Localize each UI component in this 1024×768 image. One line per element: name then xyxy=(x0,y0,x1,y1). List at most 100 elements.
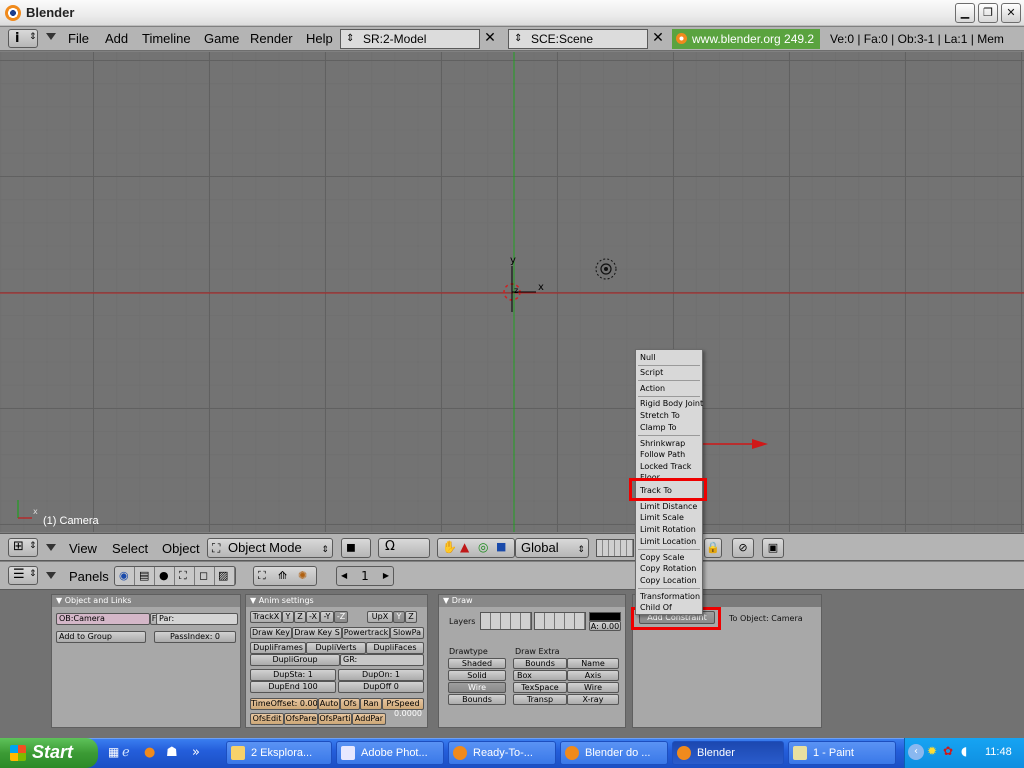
extra-bounds[interactable]: Bounds xyxy=(513,658,567,669)
group-field[interactable]: GR: xyxy=(340,654,424,666)
track-z-button[interactable]: Z xyxy=(294,611,306,623)
link-icon[interactable]: ⊘ xyxy=(732,538,754,558)
tray-expand-icon[interactable]: ‹ xyxy=(908,744,924,760)
menu-game[interactable]: Game xyxy=(204,31,239,46)
task-blender[interactable]: Blender xyxy=(672,741,784,765)
dup-start-field[interactable]: DupSta: 1 xyxy=(250,669,336,681)
dupliframes-button[interactable]: DupliFrames xyxy=(250,642,306,654)
alpha-field[interactable]: A: 0.00 xyxy=(589,621,621,631)
object-name-field[interactable]: OB:Camera xyxy=(56,613,150,625)
dupliverts-button[interactable]: DupliVerts xyxy=(306,642,366,654)
menu-object[interactable]: Object xyxy=(162,541,200,556)
addpar-button[interactable]: AddPar xyxy=(352,713,386,725)
menu-item-null[interactable]: Null xyxy=(640,353,656,362)
menu-item-limit-rotation[interactable]: Limit Rotation xyxy=(640,525,696,534)
drawtype-solid[interactable]: Solid xyxy=(448,670,506,681)
sub-context-buttons[interactable]: ⛶ ⟰ ✺ xyxy=(253,566,317,586)
track-negz-button[interactable]: -Z xyxy=(334,611,348,623)
sun-icon[interactable]: ✹ xyxy=(927,744,937,758)
color-swatch[interactable] xyxy=(589,612,621,621)
track-negx-button[interactable]: -X xyxy=(306,611,320,623)
menu-add[interactable]: Add xyxy=(105,31,128,46)
menu-select[interactable]: Select xyxy=(112,541,148,556)
dup-end-field[interactable]: DupEnd 100 xyxy=(250,681,336,693)
task-photoshop[interactable]: Adobe Phot... xyxy=(336,741,444,765)
menu-item-copy-location[interactable]: Copy Location xyxy=(640,576,697,585)
menu-help[interactable]: Help xyxy=(306,31,333,46)
add-to-group-button[interactable]: Add to Group xyxy=(56,631,146,643)
up-x-button[interactable]: UpX xyxy=(367,611,393,623)
context-buttons[interactable]: ◉ ▤ ● ⛶ ◻ ▨ xyxy=(114,566,236,586)
up-y-button[interactable]: Y xyxy=(393,611,405,623)
menu-item-limit-distance[interactable]: Limit Distance xyxy=(640,502,697,511)
extra-xray[interactable]: X-ray xyxy=(567,694,619,705)
extra-axis[interactable]: Axis xyxy=(567,670,619,681)
task-explorer[interactable]: 2 Eksplora... xyxy=(226,741,332,765)
drawtype-bounds[interactable]: Bounds xyxy=(448,694,506,705)
ofs-button[interactable]: Ofs xyxy=(340,698,360,710)
blender-url-button[interactable]: www.blender.org 249.2 xyxy=(672,29,820,49)
minimize-button[interactable]: ▁ xyxy=(955,3,975,23)
ofsedit-button[interactable]: OfsEdit xyxy=(250,713,284,725)
manipulator-toggles[interactable]: ✋ ▲ ◎ ■ xyxy=(437,538,515,558)
menu-item-follow-path[interactable]: Follow Path xyxy=(640,450,685,459)
draw-type-button[interactable]: ◼ xyxy=(341,538,371,558)
mode-selector[interactable]: ⛶ Object Mode ⇕ xyxy=(207,538,333,558)
collapse-triangle-icon[interactable] xyxy=(46,544,56,551)
render-icon[interactable]: ▣ xyxy=(762,538,784,558)
time-offset-field[interactable]: TimeOffset: 0.00 xyxy=(250,698,318,710)
draw-key-button[interactable]: Draw Key xyxy=(250,627,292,639)
menu-file[interactable]: File xyxy=(68,31,89,46)
track-x-button[interactable]: TrackX xyxy=(250,611,282,623)
app-icon[interactable]: ☗ xyxy=(166,745,178,760)
task-blender-doc[interactable]: Blender do ... xyxy=(560,741,668,765)
maximize-button[interactable]: ❐ xyxy=(978,3,998,23)
show-desktop-icon[interactable]: ▦ xyxy=(108,745,119,759)
menu-item-script[interactable]: Script xyxy=(640,368,663,377)
dup-off-field[interactable]: DupOff 0 xyxy=(338,681,424,693)
menu-item-limit-scale[interactable]: Limit Scale xyxy=(640,513,684,522)
delete-scene-icon[interactable]: ✕ xyxy=(649,30,667,48)
slowpar-button[interactable]: SlowPa xyxy=(390,627,424,639)
extra-name[interactable]: Name xyxy=(567,658,619,669)
scene-selector[interactable]: ⇕ SCE:Scene xyxy=(508,29,648,49)
firefox-icon[interactable]: ● xyxy=(144,745,155,760)
lock-icon[interactable]: 🔒 xyxy=(704,538,722,558)
more-chevron-icon[interactable]: » xyxy=(192,745,200,760)
menu-timeline[interactable]: Timeline xyxy=(142,31,191,46)
up-z-button[interactable]: Z xyxy=(405,611,417,623)
panel-title[interactable]: ▼ Draw xyxy=(439,595,625,607)
menu-item-clamp-to[interactable]: Clamp To xyxy=(640,423,677,432)
panels-label[interactable]: Panels xyxy=(69,569,109,584)
duplifaces-button[interactable]: DupliFaces xyxy=(366,642,424,654)
menu-item-action[interactable]: Action xyxy=(640,384,665,393)
pass-index-field[interactable]: PassIndex: 0 xyxy=(154,631,236,643)
menu-item-limit-location[interactable]: Limit Location xyxy=(640,537,696,546)
extra-transp[interactable]: Transp xyxy=(513,694,567,705)
extra-texspace[interactable]: TexSpace xyxy=(513,682,567,693)
menu-item-transformation[interactable]: Transformation xyxy=(640,592,700,601)
start-button[interactable]: Start xyxy=(0,738,98,768)
screen-selector[interactable]: ⇕ SR:2-Model xyxy=(340,29,480,49)
extra-wire[interactable]: Wire xyxy=(567,682,619,693)
collapse-triangle-icon[interactable] xyxy=(46,572,56,579)
orientation-selector[interactable]: Global ⇕ xyxy=(515,538,589,558)
menu-render[interactable]: Render xyxy=(250,31,293,46)
window-type-button[interactable]: i ⇕ xyxy=(8,29,38,48)
menu-item-child-of[interactable]: Child Of xyxy=(640,603,672,611)
editor-type-button[interactable]: ⊞ ⇕ xyxy=(8,538,38,557)
editor-type-button-2[interactable]: ☰ ⇕ xyxy=(8,566,38,585)
drawtype-shaded[interactable]: Shaded xyxy=(448,658,506,669)
task-paint[interactable]: 1 - Paint xyxy=(788,741,896,765)
layer-buttons[interactable] xyxy=(596,539,634,557)
ofspare-button[interactable]: OfsPare xyxy=(284,713,318,725)
menu-item-rigid-body-joint[interactable]: Rigid Body Joint xyxy=(640,399,703,408)
draw-key-sel-button[interactable]: Draw Key S xyxy=(292,627,342,639)
powertrack-button[interactable]: Powertrack xyxy=(342,627,390,639)
panel-title[interactable]: ▼ Anim settings xyxy=(246,595,427,607)
layers-grid-left[interactable] xyxy=(480,612,532,630)
tray-app-icon[interactable]: ✿ xyxy=(943,744,953,758)
delete-screen-icon[interactable]: ✕ xyxy=(481,30,499,48)
ie-icon[interactable]: ℯ xyxy=(122,745,130,760)
collapse-triangle-icon[interactable] xyxy=(46,33,56,40)
